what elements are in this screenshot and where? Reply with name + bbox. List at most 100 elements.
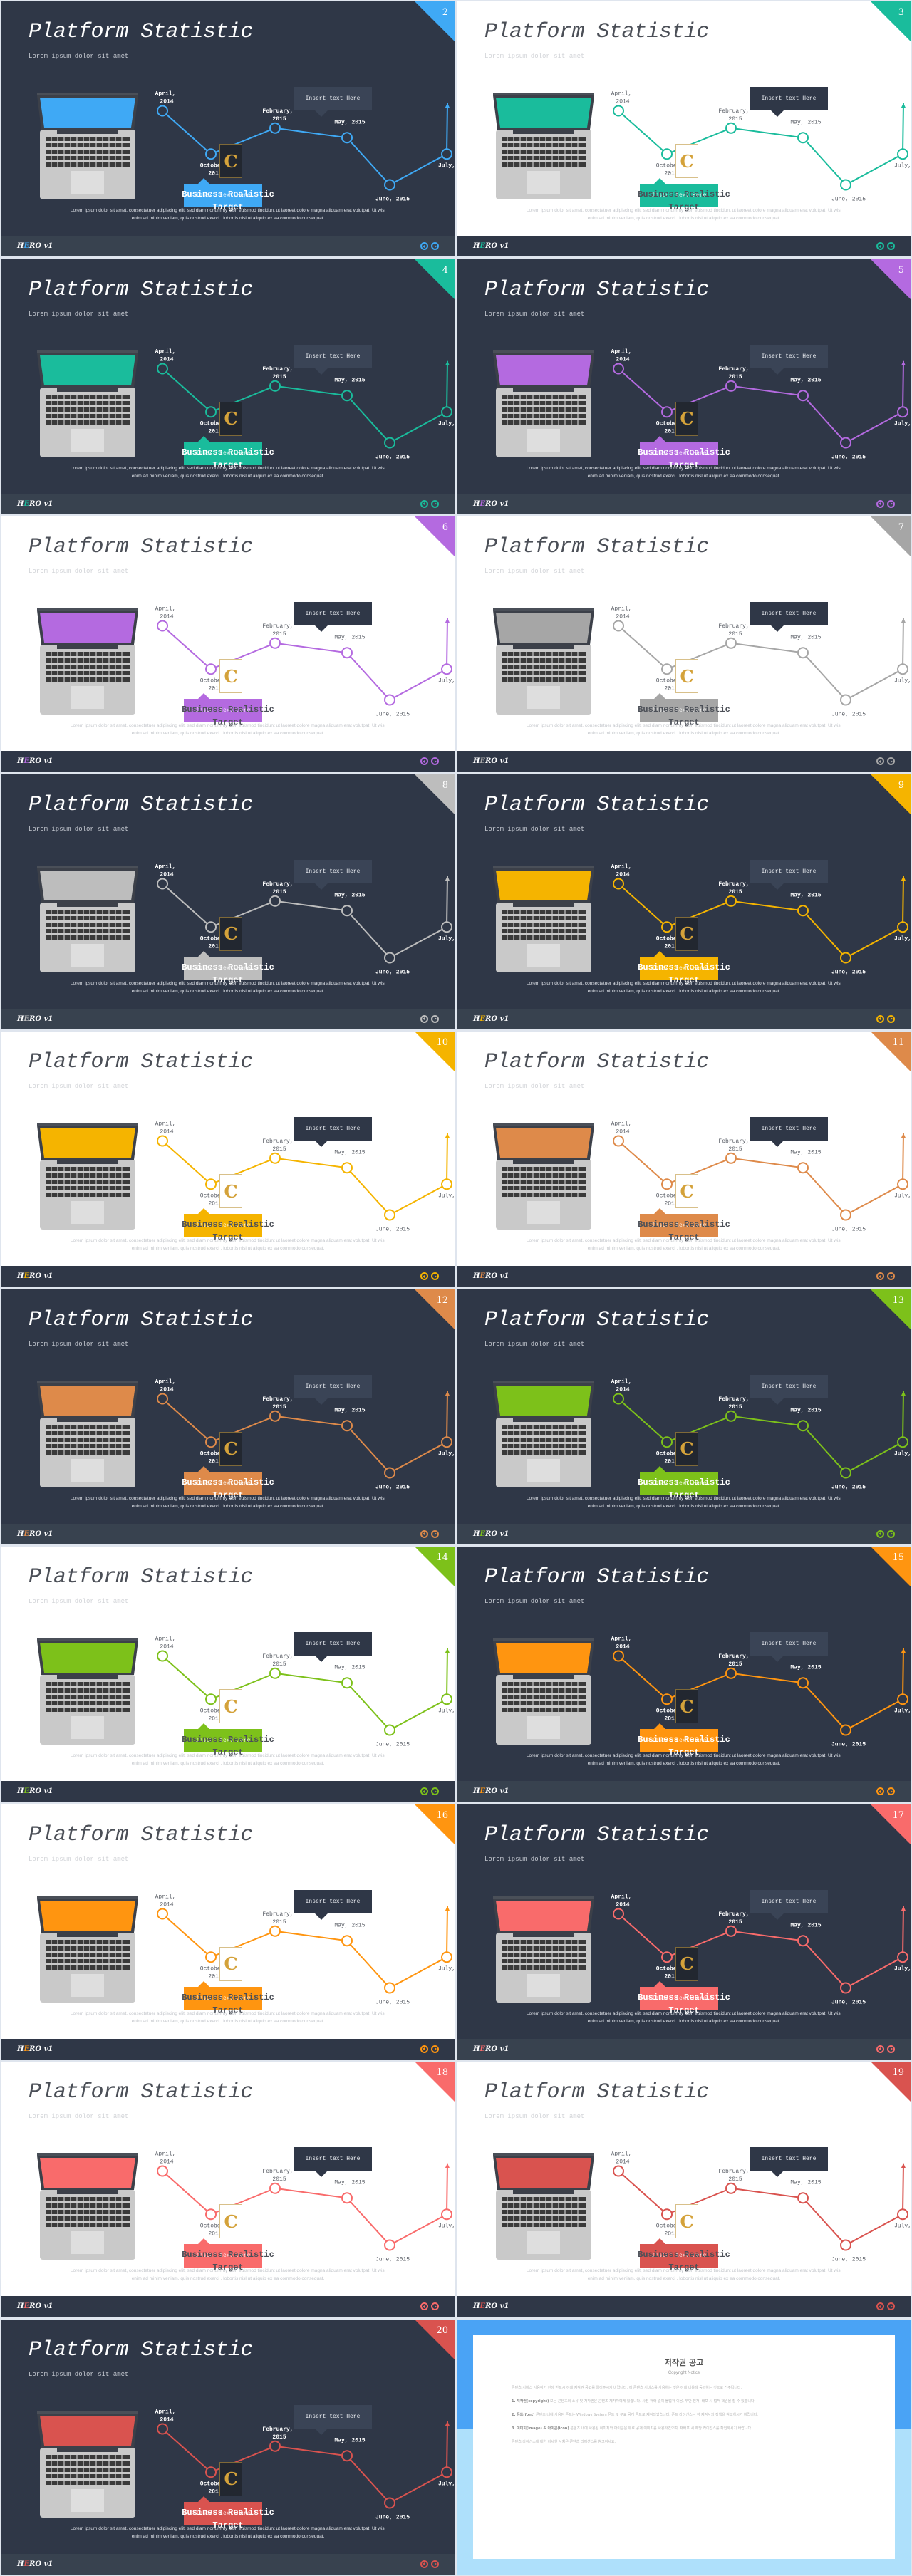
logo-suffix: RO v1: [485, 1272, 509, 1280]
callout-box-dark: Insert text Here: [750, 1117, 828, 1147]
chart-point: [384, 1981, 395, 1993]
chart-point: [897, 2208, 908, 2221]
heading-line-1: Business Realistic: [182, 447, 274, 457]
next-arrow-icon[interactable]: [431, 757, 439, 765]
prev-arrow-icon[interactable]: [876, 1787, 884, 1795]
slide-subtitle: Lorem ipsum dolor sit amet: [484, 568, 585, 575]
prev-arrow-icon[interactable]: [876, 1014, 884, 1023]
slide-navigation: [420, 242, 439, 250]
prev-arrow-icon[interactable]: [876, 1530, 884, 1538]
next-arrow-icon[interactable]: [887, 1272, 895, 1280]
next-arrow-icon[interactable]: [431, 2560, 439, 2568]
chart-line: [162, 360, 448, 444]
prev-arrow-icon[interactable]: [420, 499, 428, 508]
chart-point-label: April, 2014: [155, 1378, 176, 1393]
next-arrow-icon[interactable]: [887, 242, 895, 250]
chart-point: [661, 1435, 673, 1448]
slide-thumbnail-19[interactable]: 19 Platform Statistic Lorem ipsum dolor …: [457, 2062, 911, 2317]
body-paragraph: Lorem ipsum dolor sit amet, consectetuer…: [526, 208, 842, 221]
next-arrow-icon[interactable]: [887, 1530, 895, 1538]
watermark-logo-icon: C: [219, 1174, 242, 1208]
chart-point: [725, 1925, 737, 1937]
chart-point: [341, 1419, 353, 1431]
chart-line: [618, 360, 904, 444]
slide-thumbnail-7[interactable]: 7 Platform Statistic Lorem ipsum dolor s…: [457, 516, 911, 772]
logo-suffix: RO v1: [485, 1787, 509, 1795]
chart-point-label: June, 2015: [831, 1999, 866, 2005]
slide-thumbnail-12[interactable]: 12 Platform Statistic Lorem ipsum dolor …: [1, 1289, 455, 1544]
slide-navigation: [876, 2045, 895, 2053]
slide-thumbnail-4[interactable]: 4 Platform Statistic Lorem ipsum dolor s…: [1, 259, 455, 514]
chart-arrowhead-icon: [445, 103, 450, 108]
next-arrow-icon[interactable]: [431, 499, 439, 508]
chart-point-label: May, 2015: [790, 1664, 821, 1671]
slide-thumbnail-17[interactable]: 17 Platform Statistic Lorem ipsum dolor …: [457, 1804, 911, 2060]
prev-arrow-icon[interactable]: [420, 2560, 428, 2568]
prev-arrow-icon[interactable]: [420, 242, 428, 250]
prev-arrow-icon[interactable]: [876, 2045, 884, 2053]
next-arrow-icon[interactable]: [431, 2302, 439, 2310]
slide-thumbnail-16[interactable]: 16 Platform Statistic Lorem ipsum dolor …: [1, 1804, 455, 2060]
prev-arrow-icon[interactable]: [420, 1530, 428, 1538]
slide-thumbnail-14[interactable]: 14 Platform Statistic Lorem ipsum dolor …: [1, 1547, 455, 1802]
prev-arrow-icon[interactable]: [420, 2045, 428, 2053]
next-arrow-icon[interactable]: [431, 1787, 439, 1795]
next-arrow-icon[interactable]: [887, 1787, 895, 1795]
next-arrow-icon[interactable]: [431, 2045, 439, 2053]
slide-number: 16: [436, 1809, 448, 1821]
next-arrow-icon[interactable]: [431, 1272, 439, 1280]
chart-point-label: February, 2015: [718, 1396, 749, 1410]
brand-logo: HERO v1: [17, 2560, 53, 2568]
next-arrow-icon[interactable]: [431, 242, 439, 250]
slide-navigation: [420, 757, 439, 765]
next-arrow-icon[interactable]: [887, 2045, 895, 2053]
next-arrow-icon[interactable]: [431, 1014, 439, 1023]
prev-arrow-icon[interactable]: [876, 757, 884, 765]
slide-number: 12: [436, 1294, 448, 1306]
slide-number: 20: [436, 2325, 448, 2336]
slide-title: Platform Statistic: [28, 2080, 254, 2104]
slide-thumbnail-20[interactable]: 20 Platform Statistic Lorem ipsum dolor …: [1, 2319, 455, 2575]
slide-thumbnail-2[interactable]: 2 Platform Statistic Lorem ipsum dolor s…: [1, 1, 455, 256]
next-arrow-icon[interactable]: [887, 1014, 895, 1023]
prev-arrow-icon[interactable]: [876, 499, 884, 508]
slide-thumbnail-11[interactable]: 11 Platform Statistic Lorem ipsum dolor …: [457, 1032, 911, 1287]
body-paragraph: Lorem ipsum dolor sit amet, consectetuer…: [526, 1753, 842, 1766]
slide-thumbnail-10[interactable]: 10 Platform Statistic Lorem ipsum dolor …: [1, 1032, 455, 1287]
chart-point: [661, 1951, 673, 1963]
chart-point: [840, 1466, 851, 1478]
chart-point: [384, 951, 395, 963]
chart-point-label: July, 2015: [894, 677, 911, 684]
slide-thumbnail-18[interactable]: 18 Platform Statistic Lorem ipsum dolor …: [1, 2062, 455, 2317]
prev-arrow-icon[interactable]: [420, 1014, 428, 1023]
next-arrow-icon[interactable]: [887, 2302, 895, 2310]
chart-point: [384, 179, 395, 191]
slide-thumbnail-15[interactable]: 15 Platform Statistic Lorem ipsum dolor …: [457, 1547, 911, 1802]
slide-number: 13: [892, 1294, 904, 1306]
slide-thumbnail-13[interactable]: 13 Platform Statistic Lorem ipsum dolor …: [457, 1289, 911, 1544]
prev-arrow-icon[interactable]: [876, 2302, 884, 2310]
prev-arrow-icon[interactable]: [876, 1272, 884, 1280]
chart-line: [162, 2421, 448, 2504]
chart-point-label: April, 2014: [611, 2151, 632, 2166]
next-arrow-icon[interactable]: [887, 499, 895, 508]
prev-arrow-icon[interactable]: [420, 757, 428, 765]
prev-arrow-icon[interactable]: [420, 1787, 428, 1795]
slide-number: 2: [442, 7, 448, 18]
slide-navigation: [420, 1787, 439, 1795]
prev-arrow-icon[interactable]: [876, 242, 884, 250]
slide-thumbnail-5[interactable]: 5 Platform Statistic Lorem ipsum dolor s…: [457, 259, 911, 514]
prev-arrow-icon[interactable]: [420, 2302, 428, 2310]
chart-arrowhead-icon: [445, 360, 450, 365]
slide-thumbnail-6[interactable]: 6 Platform Statistic Lorem ipsum dolor s…: [1, 516, 455, 772]
next-arrow-icon[interactable]: [887, 757, 895, 765]
slide-thumbnail-9[interactable]: 9 Platform Statistic Lorem ipsum dolor s…: [457, 774, 911, 1029]
laptop-icon: [37, 1638, 138, 1745]
slide-subtitle: Lorem ipsum dolor sit amet: [484, 1855, 585, 1863]
prev-arrow-icon[interactable]: [420, 1272, 428, 1280]
chart-point-label: February, 2015: [718, 881, 749, 895]
slide-thumbnail-8[interactable]: 8 Platform Statistic Lorem ipsum dolor s…: [1, 774, 455, 1029]
slide-thumbnail-3[interactable]: 3 Platform Statistic Lorem ipsum dolor s…: [457, 1, 911, 256]
next-arrow-icon[interactable]: [431, 1530, 439, 1538]
slide-footer: HERO v1: [1, 236, 455, 256]
